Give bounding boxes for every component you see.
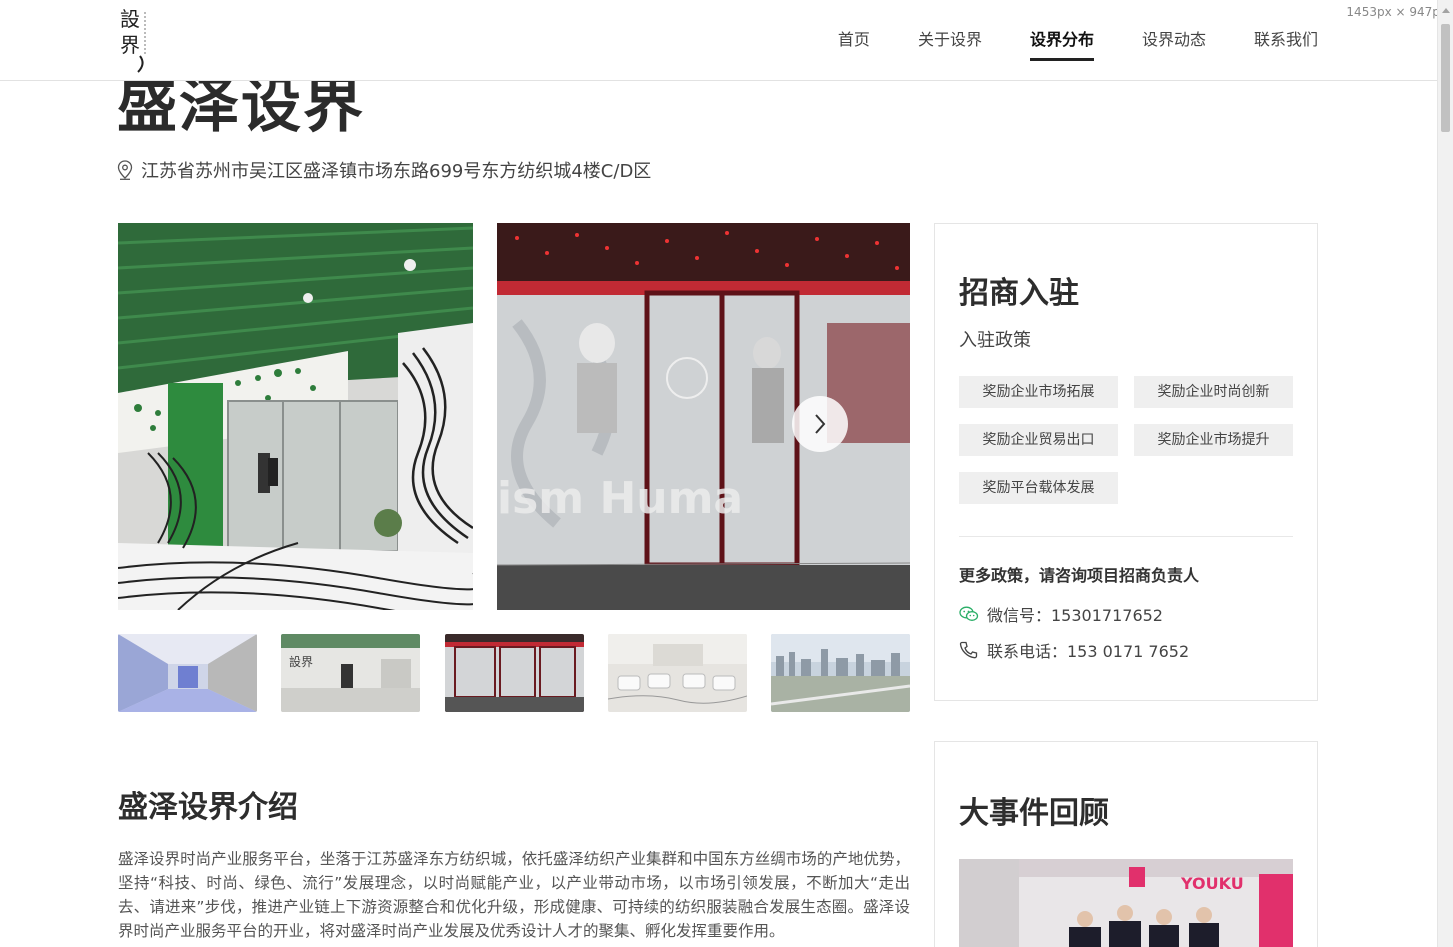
chevron-right-icon bbox=[815, 414, 826, 434]
location-pin-icon bbox=[117, 160, 133, 180]
main-nav: 首页 关于设界 设界分布 设界动态 联系我们 bbox=[790, 0, 1318, 80]
investment-subtitle: 入驻政策 bbox=[959, 330, 1031, 351]
policy-tag-trade-export[interactable]: 奖励企业贸易出口 bbox=[959, 424, 1118, 456]
thumbnail-lounge[interactable]: 設界 bbox=[281, 634, 420, 712]
phone-text: 联系电话：153 0171 7652 bbox=[987, 642, 1190, 661]
events-title: 大事件回顾 bbox=[959, 796, 1109, 831]
investment-divider bbox=[959, 536, 1293, 537]
thumbnail-seating-area[interactable] bbox=[608, 634, 747, 712]
policy-tag-fashion-innovation[interactable]: 奖励企业时尚创新 bbox=[1134, 376, 1293, 408]
investment-title: 招商入驻 bbox=[959, 276, 1079, 311]
investment-panel: 招商入驻 入驻政策 奖励企业市场拓展 奖励企业时尚创新 奖励企业贸易出口 奖励企… bbox=[934, 223, 1318, 701]
wechat-contact: 微信号：15301717652 bbox=[959, 602, 1163, 626]
events-photo[interactable]: YOUKU bbox=[959, 859, 1293, 947]
viewport-size-badge: 1453px × 947px bbox=[1346, 5, 1447, 19]
page-scrollbar[interactable] bbox=[1437, 0, 1453, 947]
nav-locations[interactable]: 设界分布 bbox=[1029, 0, 1094, 80]
site-logo[interactable]: 設 界 bbox=[118, 4, 154, 76]
thumbnail-storefront[interactable] bbox=[445, 634, 584, 712]
svg-text:ism Huma: ism Huma bbox=[497, 473, 743, 524]
policy-tag-market-improvement[interactable]: 奖励企业市场提升 bbox=[1134, 424, 1293, 456]
events-panel: 大事件回顾 YOUKU bbox=[934, 741, 1318, 947]
address-line: 江苏省苏州市吴江区盛泽镇市场东路699号东方纺织城4楼C/D区 bbox=[117, 157, 651, 183]
policy-tag-platform-development[interactable]: 奖励平台载体发展 bbox=[959, 472, 1118, 504]
site-header: 設 界 首页 关于设界 设界分布 设界动态 联系我们 bbox=[0, 0, 1437, 81]
nav-about[interactable]: 关于设界 bbox=[918, 0, 982, 80]
events-photo-caption: YOUKU bbox=[1180, 874, 1244, 893]
phone-contact: 联系电话：153 0171 7652 bbox=[959, 638, 1189, 662]
thumbnail-city-aerial[interactable] bbox=[771, 634, 910, 712]
policy-tag-market-expansion[interactable]: 奖励企业市场拓展 bbox=[959, 376, 1118, 408]
nav-home[interactable]: 首页 bbox=[838, 0, 870, 80]
intro-text: 盛泽设界时尚产业服务平台，坐落于江苏盛泽东方纺织城，依托盛泽纺织产业集群和中国东… bbox=[118, 850, 910, 940]
wechat-text: 微信号：15301717652 bbox=[987, 606, 1163, 625]
svg-text:設界: 設界 bbox=[289, 654, 313, 669]
gallery-photo-corridor[interactable] bbox=[118, 223, 473, 610]
gallery-photo-storefront[interactable]: ism Huma bbox=[497, 223, 910, 610]
phone-icon bbox=[959, 641, 978, 659]
wechat-icon bbox=[959, 606, 979, 621]
scroll-up-arrow-icon[interactable] bbox=[1442, 8, 1450, 13]
gallery-next-button[interactable] bbox=[792, 396, 848, 452]
svg-text:界: 界 bbox=[120, 33, 140, 57]
nav-news[interactable]: 设界动态 bbox=[1142, 0, 1206, 80]
thumbnail-corridor[interactable] bbox=[118, 634, 257, 712]
scrollbar-thumb[interactable] bbox=[1441, 24, 1450, 132]
nav-contact[interactable]: 联系我们 bbox=[1254, 0, 1318, 80]
more-policy-text: 更多政策，请咨询项目招商负责人 bbox=[959, 566, 1200, 585]
svg-text:設: 設 bbox=[120, 7, 140, 31]
address-text: 江苏省苏州市吴江区盛泽镇市场东路699号东方纺织城4楼C/D区 bbox=[141, 161, 652, 182]
intro-title: 盛泽设界介绍 bbox=[118, 790, 298, 825]
